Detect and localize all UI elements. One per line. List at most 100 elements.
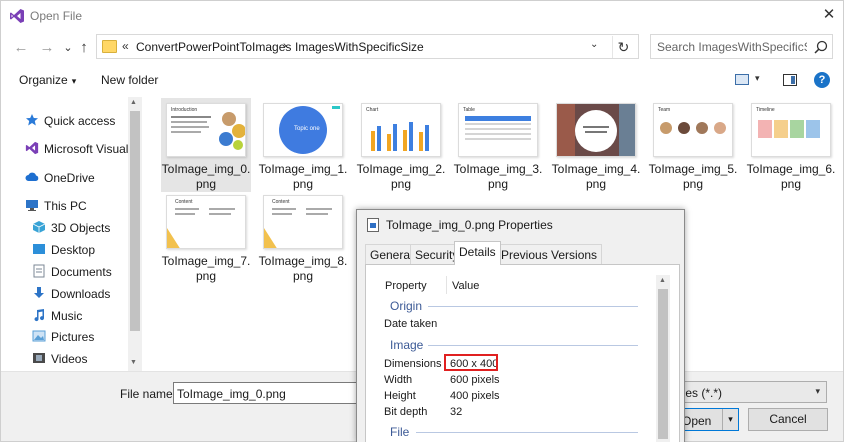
visual-studio-icon	[10, 9, 24, 23]
slide-thumbnail: Introduction	[166, 103, 246, 157]
cancel-button[interactable]: Cancel	[748, 408, 828, 431]
scroll-up-icon[interactable]: ▲	[130, 99, 137, 106]
property-height: Height	[384, 390, 416, 402]
file-tile[interactable]: Table ToImage_img_3.png	[453, 98, 543, 192]
music-icon	[34, 309, 45, 322]
navigation-scrollbar[interactable]: ▲ ▼	[128, 97, 142, 371]
slide-title: Topic one	[294, 126, 320, 132]
group-divider	[428, 306, 638, 307]
file-tile[interactable]: ToImage_img_4.png	[551, 98, 641, 192]
file-tile[interactable]: Team ToImage_img_5.png	[648, 98, 738, 192]
file-name: ToImage_img_7.png	[161, 254, 251, 283]
sidebar-item-label: Quick access	[44, 114, 116, 128]
scrollbar-thumb[interactable]	[130, 111, 140, 331]
close-icon[interactable]: ✕	[819, 6, 839, 26]
file-name-input[interactable]	[177, 386, 357, 401]
file-name: ToImage_img_5.png	[648, 162, 738, 191]
slide-title: Introduction	[171, 107, 198, 113]
breadcrumb-separator-icon[interactable]: ›	[283, 40, 287, 52]
details-list: Property Value Origin Date taken Image D…	[365, 264, 680, 442]
scroll-down-icon[interactable]: ▼	[130, 359, 137, 366]
title-bar: Open File ✕	[1, 1, 843, 31]
documents-icon	[33, 264, 45, 278]
slide-title: Table	[463, 107, 475, 113]
group-header-origin: Origin	[390, 299, 423, 313]
breadcrumb-convert-powerpoint-to-images[interactable]: ConvertPowerPointToImages	[136, 40, 291, 54]
forward-arrow-icon[interactable]: →	[38, 39, 56, 57]
slide-title: Team	[658, 107, 671, 113]
open-button-label: Open	[682, 414, 712, 428]
scroll-up-icon[interactable]: ▲	[659, 277, 666, 284]
address-bar[interactable]: « ConvertPowerPointToImages › ImagesWith…	[96, 34, 639, 59]
command-bar: Organize ▾ New folder	[1, 65, 843, 95]
view-options-icon[interactable]	[735, 74, 749, 85]
slide-thumbnail: Timeline	[751, 103, 831, 157]
file-tile[interactable]: Content ToImage_img_7.png	[161, 190, 251, 284]
file-tile[interactable]: Introduction ToImage_img_0.png	[161, 98, 251, 192]
sidebar-item-label: This PC	[44, 199, 87, 213]
value-height: 400 pixels	[450, 390, 500, 402]
search-input[interactable]	[657, 39, 807, 55]
organize-button[interactable]: Organize ▾	[19, 73, 76, 87]
slide-thumbnail: Content	[166, 195, 246, 249]
sidebar-item-label: Desktop	[51, 243, 96, 257]
preview-pane-icon[interactable]	[783, 74, 797, 86]
visual-studio-icon	[25, 141, 39, 155]
scrollbar-thumb[interactable]	[658, 289, 668, 439]
slide-title: Content	[272, 199, 290, 205]
slide-thumbnail: Team	[653, 103, 733, 157]
file-name-field[interactable]	[173, 382, 363, 404]
overflow-chevron-icon[interactable]: «	[122, 39, 129, 53]
new-folder-button[interactable]: New folder	[101, 73, 158, 87]
sidebar-item-label: Documents	[51, 265, 112, 279]
column-header-property[interactable]: Property	[385, 280, 427, 292]
value-bit-depth: 32	[450, 406, 463, 418]
navigation-pane: Quick access Microsoft Visual S OneDrive…	[1, 97, 143, 371]
video-icon	[33, 353, 45, 363]
file-name: ToImage_img_0.png	[161, 162, 251, 191]
sidebar-item-label: 3D Objects	[51, 221, 111, 235]
address-dropdown-icon[interactable]: ⌄	[590, 39, 598, 50]
cube-icon	[32, 221, 46, 233]
file-tile[interactable]: Topic one ToImage_img_1.png	[258, 98, 348, 192]
file-tile[interactable]: Timeline ToImage_img_6.png	[746, 98, 836, 192]
chevron-down-icon: ▾	[815, 386, 820, 396]
slide-title: Chart	[366, 107, 379, 113]
up-arrow-icon[interactable]: ↑	[75, 39, 93, 57]
star-icon	[26, 114, 38, 126]
sidebar-item-label: Microsoft Visual S	[44, 142, 140, 156]
file-type-filter[interactable]: iles (*.*) ▾	[673, 381, 827, 403]
dimensions-highlight-box	[444, 354, 498, 371]
slide-thumbnail: Table	[458, 103, 538, 157]
window-title: Open File	[30, 9, 83, 23]
search-icon[interactable]	[813, 39, 829, 55]
sidebar-item-label: Music	[51, 309, 83, 323]
properties-dialog: ToImage_img_0.png Properties General Sec…	[356, 209, 685, 442]
file-name: ToImage_img_4.png	[551, 162, 641, 191]
group-divider	[428, 345, 638, 346]
column-header-value[interactable]: Value	[452, 280, 479, 292]
file-tile[interactable]: Chart ToImage_img_2.png	[356, 98, 446, 192]
sidebar-item-label: OneDrive	[44, 171, 95, 185]
help-icon[interactable]: ?	[814, 72, 830, 88]
image-file-icon	[367, 218, 379, 232]
details-scrollbar[interactable]: ▲	[656, 275, 670, 442]
group-divider	[416, 432, 638, 433]
download-icon	[34, 287, 44, 298]
property-dimensions: Dimensions	[384, 358, 442, 370]
search-box[interactable]	[650, 34, 833, 59]
slide-thumbnail: Content	[263, 195, 343, 249]
open-file-dialog: Open File ✕ ← → ⌄ ↑ « ConvertPowerPointT…	[0, 0, 844, 442]
back-arrow-icon[interactable]: ←	[12, 39, 30, 57]
refresh-icon[interactable]: ↻	[612, 36, 634, 58]
file-tile[interactable]: Content ToImage_img_8.png	[258, 190, 348, 284]
tab-details[interactable]: Details	[454, 241, 501, 265]
open-options-chevron-icon[interactable]: ▾	[722, 409, 738, 430]
breadcrumb-images-with-specific-size[interactable]: ImagesWithSpecificSize	[295, 40, 424, 54]
file-name: ToImage_img_8.png	[258, 254, 348, 283]
view-chevron-down-icon[interactable]: ▾	[755, 73, 760, 84]
tab-previous-versions[interactable]: Previous Versions	[496, 244, 603, 264]
sidebar-item-label: Downloads	[51, 287, 111, 301]
column-divider[interactable]	[446, 276, 447, 294]
pictures-icon	[32, 330, 46, 342]
